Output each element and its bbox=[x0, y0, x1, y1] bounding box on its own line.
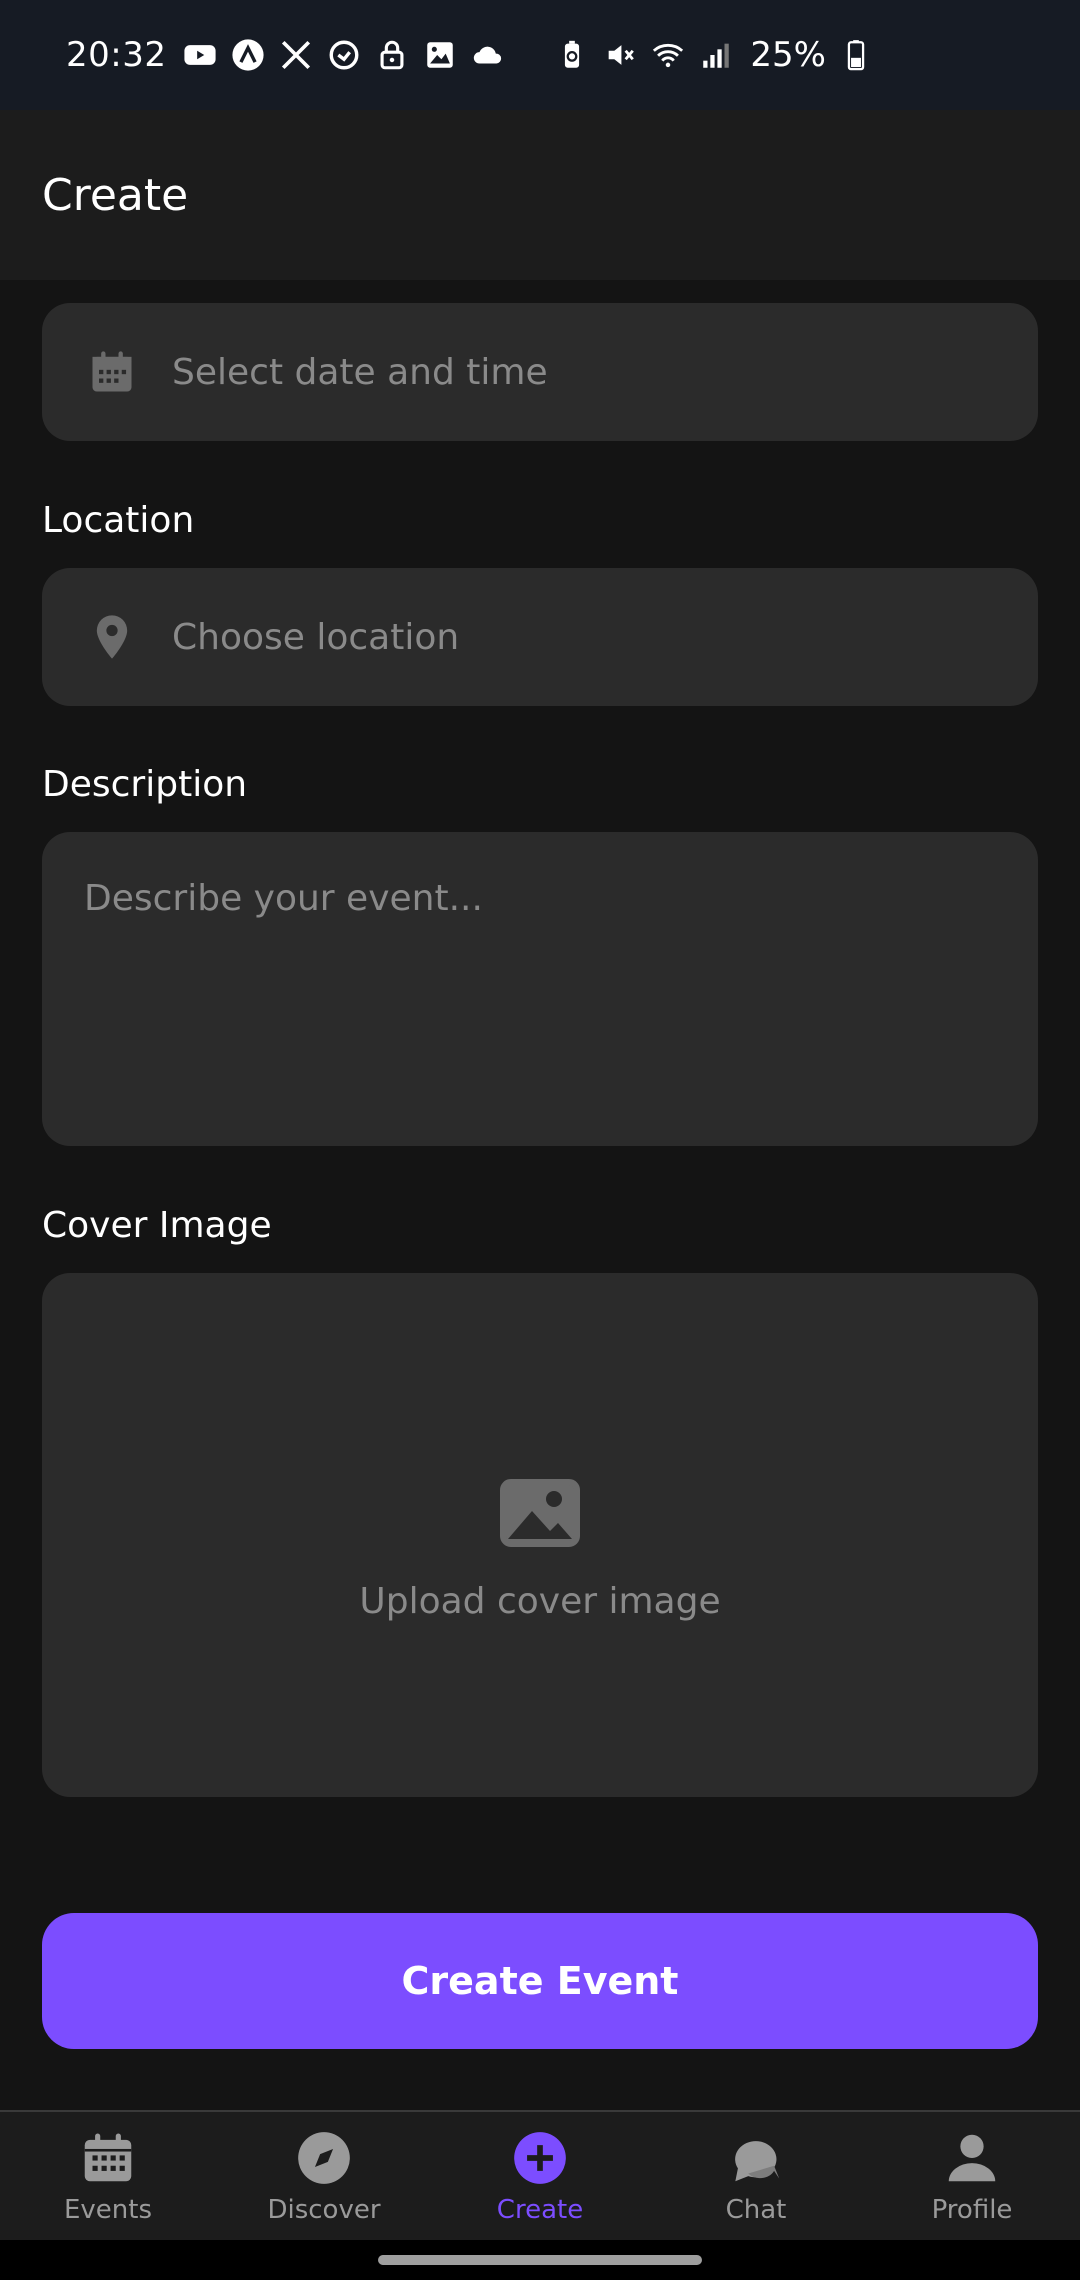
battery-saver-icon bbox=[554, 37, 590, 73]
nav-item-chat[interactable]: Chat bbox=[648, 2127, 864, 2225]
person-icon bbox=[948, 2134, 996, 2182]
nav-label-events: Events bbox=[63, 2195, 153, 2225]
location-placeholder: Choose location bbox=[172, 616, 460, 658]
app-header: Create bbox=[0, 110, 1080, 280]
lock-icon bbox=[374, 37, 410, 73]
image-icon bbox=[500, 1478, 580, 1547]
nav-label-create: Create bbox=[496, 2195, 584, 2225]
cover-image-upload[interactable]: Upload cover image bbox=[42, 1273, 1038, 1797]
system-icons: 25% bbox=[554, 35, 874, 75]
bottom-nav: Events Discover Create Chat Profile bbox=[0, 2110, 1080, 2240]
page-title: Create bbox=[42, 169, 189, 221]
status-time: 20:32 bbox=[66, 35, 167, 75]
compass-icon bbox=[298, 2132, 350, 2184]
cloud-icon bbox=[470, 37, 506, 73]
description-textarea[interactable]: Describe your event... bbox=[42, 832, 1038, 1146]
nav-label-discover: Discover bbox=[267, 2195, 381, 2225]
location-label: Location bbox=[42, 500, 195, 541]
gallery-icon bbox=[422, 37, 458, 73]
location-pin-icon bbox=[84, 609, 140, 665]
youtube-icon bbox=[182, 37, 218, 73]
battery-icon bbox=[838, 37, 874, 73]
description-label: Description bbox=[42, 764, 248, 805]
notification-icons bbox=[182, 37, 506, 73]
nav-label-profile: Profile bbox=[931, 2195, 1013, 2225]
chat-icon bbox=[735, 2141, 780, 2182]
plus-circle-icon bbox=[514, 2132, 566, 2184]
cover-image-label: Cover Image bbox=[42, 1205, 272, 1246]
calendar-icon bbox=[84, 344, 140, 400]
nav-item-profile[interactable]: Profile bbox=[864, 2127, 1080, 2225]
status-bar: 20:32 25% bbox=[0, 0, 1080, 110]
signal-icon bbox=[698, 37, 734, 73]
sync-icon bbox=[326, 37, 362, 73]
nav-item-discover[interactable]: Discover bbox=[216, 2127, 432, 2225]
upload-text: Upload cover image bbox=[359, 1580, 721, 1622]
mute-icon bbox=[602, 37, 638, 73]
nav-item-create[interactable]: Create bbox=[432, 2127, 648, 2225]
nav-item-events[interactable]: Events bbox=[0, 2127, 216, 2225]
x-icon bbox=[278, 37, 314, 73]
wifi-icon bbox=[650, 37, 686, 73]
calendar-icon bbox=[84, 2133, 132, 2182]
battery-percent: 25% bbox=[750, 35, 826, 75]
create-event-button[interactable]: Create Event bbox=[42, 1913, 1038, 2049]
screen: 20:32 25% Create Select date and time Lo… bbox=[0, 0, 1080, 2280]
datetime-placeholder: Select date and time bbox=[172, 351, 548, 393]
nav-label-chat: Chat bbox=[725, 2195, 787, 2225]
location-field[interactable]: Choose location bbox=[42, 568, 1038, 706]
description-placeholder: Describe your event... bbox=[84, 878, 483, 919]
home-gesture-bar[interactable] bbox=[378, 2255, 702, 2265]
datetime-field[interactable]: Select date and time bbox=[42, 303, 1038, 441]
app-icon bbox=[230, 37, 266, 73]
